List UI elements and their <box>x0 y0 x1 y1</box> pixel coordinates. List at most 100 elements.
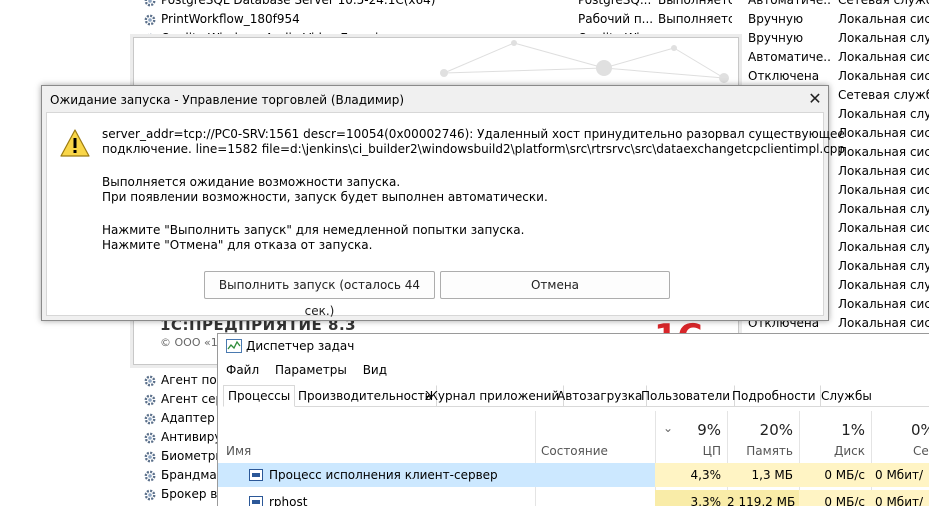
service-name: PrintWorkflow_180f954 <box>161 12 300 26</box>
process-disk: 0 МБ/с <box>799 490 871 506</box>
service-logon-as: Локальная слу... <box>838 107 929 121</box>
dialog-title: Ожидание запуска - Управление торговлей … <box>50 93 404 107</box>
column-name[interactable]: Имя <box>226 444 251 458</box>
service-logon-as: Локальная сис... <box>838 12 929 26</box>
menu-view[interactable]: Вид <box>363 363 387 377</box>
splash-copyright: © ООО «1 <box>160 336 218 349</box>
process-name: Процесс исполнения клиент-сервер <box>269 468 498 482</box>
process-network: 0 Мбит/ <box>871 490 929 506</box>
process-cpu: 4,3% <box>655 463 727 487</box>
service-name: PostgreSQL Database Server 10.5-24.1C(x6… <box>161 0 436 7</box>
service-logon-as: Локальная сис... <box>838 221 929 235</box>
task-manager-menu: Файл Параметры Вид <box>226 363 399 377</box>
service-gear-icon <box>143 374 157 388</box>
service-startup-type: Автоматиче... <box>748 50 832 64</box>
column-disk[interactable]: Диск <box>805 444 865 458</box>
service-state: Выполняется <box>658 12 732 26</box>
tab-users[interactable]: Пользователи <box>636 385 736 407</box>
service-logon-as: Сетевая служба <box>838 0 929 7</box>
service-logon-as: Локальная слу... <box>838 202 929 216</box>
memory-total: 20% <box>759 421 793 439</box>
process-row[interactable]: rphost 3,3% 2 119,2 МБ 0 МБ/с 0 Мбит/ <box>218 490 929 506</box>
service-logon-as: Локальная сис... <box>838 164 929 178</box>
service-startup-type: Автоматиче... <box>748 0 832 7</box>
task-manager-title: Диспетчер задач <box>246 339 355 353</box>
service-gear-icon <box>143 450 157 464</box>
column-cpu[interactable]: ЦП <box>663 444 721 458</box>
error-message-line2: подключение. line=1582 file=d:\jenkins\c… <box>102 142 846 156</box>
tab-app-history[interactable]: Журнал приложений <box>420 385 565 407</box>
cpu-total: 9% <box>697 421 721 439</box>
service-startup-type: Вручную <box>748 12 804 26</box>
process-memory: 2 119,2 МБ <box>727 490 799 506</box>
task-manager-tabs: Процессы Производительность Журнал прило… <box>223 385 929 407</box>
service-row[interactable]: Агент серв <box>0 390 230 409</box>
cancel-button[interactable]: Отмена <box>440 271 670 299</box>
warning-icon <box>60 129 90 157</box>
service-logon-as: Локальная сис... <box>838 69 929 83</box>
service-row[interactable]: Брандмауэ <box>0 466 230 485</box>
tab-performance[interactable]: Производительность <box>293 385 437 407</box>
service-logon-as: Сетевая служба <box>838 88 929 102</box>
service-row[interactable]: Адаптер пр <box>0 409 234 428</box>
process-window-icon <box>249 496 263 506</box>
task-manager-window: Диспетчер задач Файл Параметры Вид Проце… <box>217 333 929 506</box>
wait-message-line1: Выполняется ожидание возможности запуска… <box>102 175 401 189</box>
service-logon-as: Локальная сис... <box>838 297 929 311</box>
column-network[interactable]: Се <box>913 444 929 458</box>
process-name: rphost <box>269 495 308 506</box>
service-name: Агент пол <box>161 373 225 387</box>
service-row[interactable]: Биометри <box>0 447 223 466</box>
service-logon-as: Локальная сис... <box>838 183 929 197</box>
service-row[interactable]: Брокер вр <box>0 485 225 504</box>
service-gear-icon <box>143 469 157 483</box>
service-gear-icon <box>143 412 157 426</box>
process-network: 0 Мбит/ <box>871 463 929 487</box>
service-description: Рабочий п... <box>578 12 652 26</box>
service-gear-icon <box>143 0 157 8</box>
service-name: Биометри <box>161 449 224 463</box>
network-total: 0% <box>911 421 929 439</box>
service-logon-as: Локальная слу... <box>838 240 929 254</box>
service-state: Выполняется <box>658 0 732 7</box>
process-cpu: 3,3% <box>655 490 727 506</box>
service-startup-type: Отключена <box>748 69 820 83</box>
tab-details[interactable]: Подробности <box>727 385 821 407</box>
service-name: Брокер вр <box>161 487 225 501</box>
service-row[interactable]: PostgreSQL Database Server 10.5-24.1C(x6… <box>0 0 929 10</box>
close-icon[interactable]: ✕ <box>806 90 824 108</box>
service-row[interactable]: Агент пол <box>0 371 224 390</box>
column-memory[interactable]: Память <box>733 444 793 458</box>
service-row[interactable]: Антивирус <box>0 428 228 447</box>
service-gear-icon <box>143 431 157 445</box>
menu-options[interactable]: Параметры <box>275 363 347 377</box>
service-row[interactable]: PrintWorkflow_180f954 Рабочий п... Выполня… <box>0 10 929 29</box>
service-logon-as: Локальная сис... <box>838 145 929 159</box>
wait-message-line2: При появлении возможности, запуск будет … <box>102 190 548 204</box>
wait-launch-dialog: Ожидание запуска - Управление торговлей … <box>41 85 845 321</box>
service-logon-as: Локальная слу... <box>838 31 929 45</box>
run-now-button[interactable]: Выполнить запуск (осталось 44 сек.) <box>204 271 435 318</box>
tab-startup[interactable]: Автозагрузка <box>552 385 648 407</box>
tab-services[interactable]: Службы <box>816 385 877 407</box>
process-table-header: Имя Состояние ⌄ 9% ЦП 20% Память 1% Диск… <box>218 411 929 506</box>
service-description: PostgreSQ... <box>578 0 652 7</box>
disk-total: 1% <box>841 421 865 439</box>
process-row[interactable]: Процесс исполнения клиент-сервер 4,3% 1,… <box>218 463 929 487</box>
task-manager-icon <box>226 339 242 353</box>
process-memory: 1,3 МБ <box>727 463 799 487</box>
service-logon-as: Локальная сис... <box>838 50 929 64</box>
hint-message-line1: Нажмите "Выполнить запуск" для немедленн… <box>102 223 525 237</box>
service-logon-as: Локальная слу... <box>838 278 929 292</box>
tab-processes[interactable]: Процессы <box>223 385 296 407</box>
process-disk: 0 МБ/с <box>799 463 871 487</box>
dialog-body: server_addr=tcp://PC0-SRV:1561 descr=100… <box>46 112 845 318</box>
service-logon-as: Локальная слу... <box>838 259 929 273</box>
column-status[interactable]: Состояние <box>541 444 608 458</box>
service-gear-icon <box>143 488 157 502</box>
service-gear-icon <box>143 393 157 407</box>
error-message-line1: server_addr=tcp://PC0-SRV:1561 descr=100… <box>102 127 845 141</box>
service-gear-icon <box>143 13 157 27</box>
menu-file[interactable]: Файл <box>226 363 259 377</box>
process-window-icon <box>249 469 263 481</box>
